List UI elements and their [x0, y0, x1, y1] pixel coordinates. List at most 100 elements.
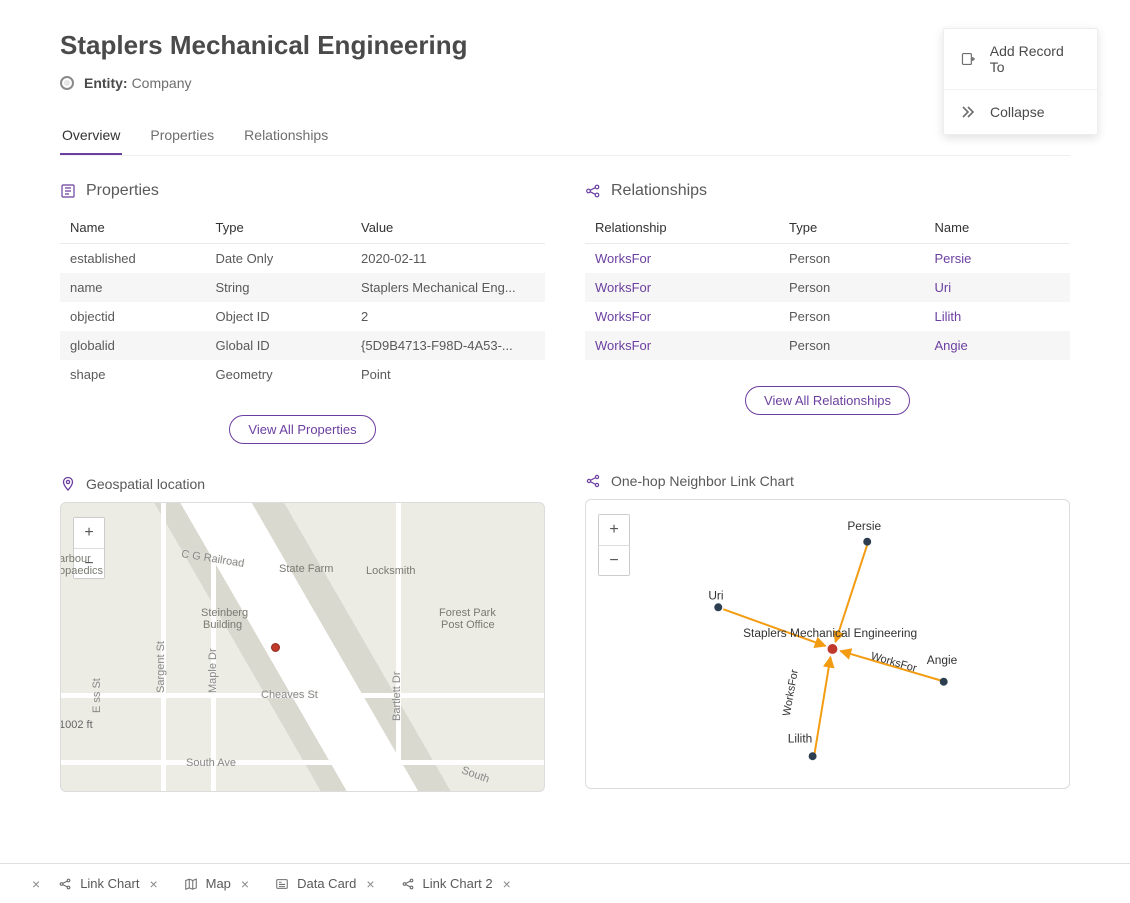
properties-heading-text: Properties	[86, 182, 159, 200]
relationships-col-relationship: Relationship	[585, 212, 779, 244]
cell: 2020-02-11	[351, 244, 545, 274]
relationships-icon	[585, 183, 601, 199]
related-entity-link[interactable]: Angie	[925, 331, 1071, 360]
map-label: E ss St	[91, 678, 103, 713]
geospatial-heading: Geospatial location	[60, 476, 545, 492]
related-entity-link[interactable]: Uri	[925, 273, 1071, 302]
menu-label: Add Record To	[990, 43, 1081, 75]
chart-node-label: Lilith	[788, 731, 813, 745]
close-tab-icon[interactable]: ×	[241, 876, 249, 892]
card-icon	[275, 877, 289, 891]
relationship-link[interactable]: WorksFor	[585, 331, 779, 360]
cell: {5D9B4713-F98D-4A53-...	[351, 331, 545, 360]
cell: globalid	[60, 331, 206, 360]
chart-node-label: Uri	[708, 588, 723, 602]
map-label: Sargent St	[155, 641, 167, 693]
cell: objectid	[60, 302, 206, 331]
map-poi: Steinberg	[201, 607, 248, 619]
close-tab-icon[interactable]: ×	[149, 876, 157, 892]
map-label: Maple Dr	[207, 648, 219, 693]
tab-label: Data Card	[297, 876, 356, 891]
primary-tabs: Overview Properties Relationships	[60, 121, 1070, 156]
bottom-tab-strip: × Link Chart × Map × Data Card × Link Ch…	[0, 863, 1130, 903]
map-street	[396, 503, 401, 791]
map-label: Cheaves St	[261, 689, 318, 701]
map-poi: Forest Park	[439, 607, 496, 619]
relationship-link[interactable]: WorksFor	[585, 273, 779, 302]
cell: 2	[351, 302, 545, 331]
view-all-relationships-button[interactable]: View All Relationships	[745, 386, 910, 415]
map-street	[211, 503, 216, 791]
cell: Staplers Mechanical Eng...	[351, 273, 545, 302]
map-label: South Ave	[186, 757, 236, 769]
table-row: WorksFor Person Lilith	[585, 302, 1070, 331]
pin-icon	[60, 476, 76, 492]
chart-node[interactable]	[863, 538, 871, 546]
add-record-to-button[interactable]: Add Record To	[944, 29, 1097, 89]
map-entity-marker[interactable]	[271, 643, 280, 652]
chart-zoom-in-button[interactable]: +	[599, 515, 629, 545]
map-label: Bartlett Dr	[391, 671, 403, 721]
related-entity-link[interactable]: Persie	[925, 244, 1071, 274]
table-row: globalid Global ID {5D9B4713-F98D-4A53-.…	[60, 331, 545, 360]
properties-heading: Properties	[60, 182, 545, 200]
chart-zoom-out-button[interactable]: −	[599, 545, 629, 575]
cell: Global ID	[206, 331, 352, 360]
tabstrip-extra-close[interactable]: ×	[32, 876, 40, 892]
tab-properties[interactable]: Properties	[148, 121, 216, 155]
map-poi: Locksmith	[366, 565, 416, 577]
properties-col-name: Name	[60, 212, 206, 244]
map-zoom-in-button[interactable]: +	[74, 518, 104, 548]
chart-node[interactable]	[809, 752, 817, 760]
entity-type-row: Entity: Company	[60, 75, 1070, 91]
entity-value: Company	[132, 75, 192, 91]
link-chart-panel[interactable]: + −	[585, 499, 1070, 789]
bottom-tab-link-chart[interactable]: Link Chart ×	[50, 864, 165, 903]
cell: String	[206, 273, 352, 302]
close-tab-icon[interactable]: ×	[503, 876, 511, 892]
cell: Person	[779, 302, 925, 331]
map-panel[interactable]: + − C G Railroad arbour opaedics State F…	[60, 502, 545, 792]
table-row: objectid Object ID 2	[60, 302, 545, 331]
bottom-tab-data-card[interactable]: Data Card ×	[267, 864, 382, 903]
map-street	[61, 760, 544, 765]
neighbor-chart-heading-text: One-hop Neighbor Link Chart	[611, 473, 794, 489]
chart-node[interactable]	[940, 678, 948, 686]
close-tab-icon[interactable]: ×	[366, 876, 374, 892]
properties-icon	[60, 183, 76, 199]
chart-node-center[interactable]	[828, 644, 838, 654]
relationships-heading-text: Relationships	[611, 182, 707, 200]
tab-overview[interactable]: Overview	[60, 121, 122, 155]
chart-node-label: Persie	[847, 519, 881, 533]
relationships-col-type: Type	[779, 212, 925, 244]
tab-label: Link Chart 2	[423, 876, 493, 891]
map-scale: 1002 ft	[60, 719, 93, 731]
bottom-tab-link-chart-2[interactable]: Link Chart 2 ×	[393, 864, 519, 903]
collapse-button[interactable]: Collapse	[944, 89, 1097, 134]
chart-edge-label: WorksFor	[869, 650, 918, 675]
menu-label: Collapse	[990, 104, 1044, 120]
related-entity-link[interactable]: Lilith	[925, 302, 1071, 331]
relationship-link[interactable]: WorksFor	[585, 302, 779, 331]
cell: Point	[351, 360, 545, 389]
geospatial-heading-text: Geospatial location	[86, 476, 205, 492]
tab-label: Link Chart	[80, 876, 139, 891]
map-poi: Post Office	[441, 619, 495, 631]
table-row: WorksFor Person Angie	[585, 331, 1070, 360]
map-poi: opaedics	[60, 565, 103, 577]
chart-node[interactable]	[714, 603, 722, 611]
table-row: name String Staplers Mechanical Eng...	[60, 273, 545, 302]
tab-relationships[interactable]: Relationships	[242, 121, 330, 155]
chart-zoom-controls: + −	[598, 514, 630, 576]
chart-node-label: Angie	[927, 653, 958, 667]
chart-center-label: Staplers Mechanical Engineering	[743, 626, 917, 640]
graph-icon	[401, 877, 415, 891]
neighbor-chart-heading: One-hop Neighbor Link Chart	[585, 473, 1070, 489]
map-poi: Building	[203, 619, 242, 631]
cell: Person	[779, 244, 925, 274]
cell: Person	[779, 331, 925, 360]
view-all-properties-button[interactable]: View All Properties	[229, 415, 375, 444]
relationship-link[interactable]: WorksFor	[585, 244, 779, 274]
link-chart-svg: Persie Uri Angie Lilith Staplers Mechani…	[586, 500, 1069, 788]
bottom-tab-map[interactable]: Map ×	[176, 864, 257, 903]
